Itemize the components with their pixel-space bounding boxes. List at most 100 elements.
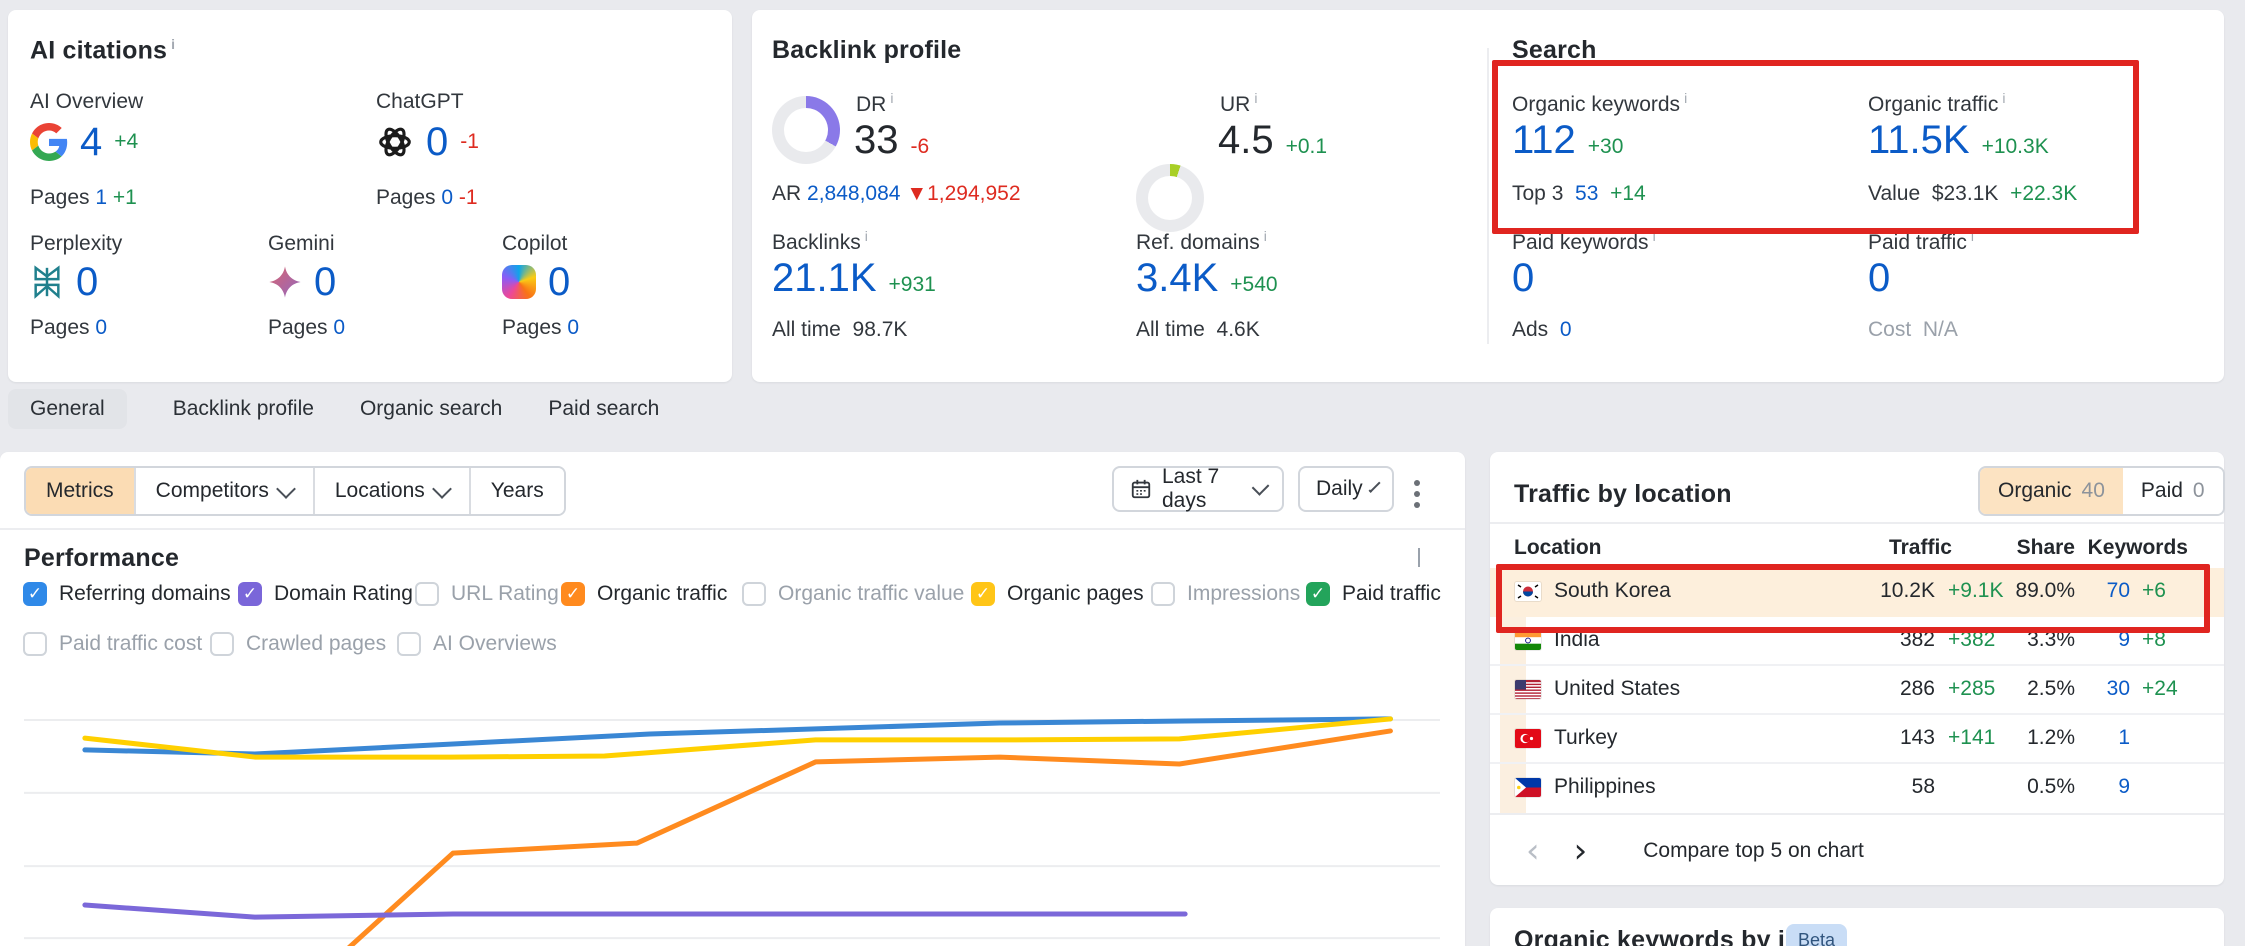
info-icon[interactable]: i [1653, 228, 1656, 244]
collapse-chevron-up-icon[interactable] [1418, 548, 1420, 566]
philippines-flag-icon [1515, 778, 1541, 797]
info-icon[interactable]: i [865, 228, 868, 244]
checkbox-unchecked-icon [1151, 582, 1175, 606]
info-icon[interactable]: i [2002, 90, 2005, 106]
organic-keywords-value[interactable]: 112 [1512, 120, 1576, 160]
metrics-button[interactable]: Metrics [26, 468, 136, 514]
checkbox-unchecked-icon [742, 582, 766, 606]
keywords-value[interactable]: 1 [2118, 726, 2130, 750]
info-icon[interactable]: i [1684, 90, 1687, 106]
paid-traffic-label: Paid traffici [1868, 228, 1974, 255]
traffic-value: 58 [1912, 775, 1935, 799]
checkbox-checked-icon [971, 582, 995, 606]
competitors-button[interactable]: Competitors [136, 468, 315, 514]
copilot-pages: Pages 0 [502, 316, 579, 340]
legend-ai-overviews[interactable]: AI Overviews [397, 632, 557, 656]
gemini-pages: Pages 0 [268, 316, 345, 340]
dr-label: DRi [856, 90, 893, 117]
organic-keywords-intent-card: Organic keywords by intent Beta [1490, 908, 2224, 946]
ur-donut-chart [1136, 164, 1204, 232]
legend-domain-rating[interactable]: Domain Rating [238, 582, 413, 606]
table-row-united-states[interactable]: United States 286 +285 2.5% 30 +24 [1490, 666, 2224, 715]
backlinks-value[interactable]: 21.1K [772, 258, 877, 298]
legend-organic-pages[interactable]: Organic pages [971, 582, 1144, 606]
keywords-value[interactable]: 70 [2107, 579, 2130, 603]
paid-keywords-value[interactable]: 0 [1512, 258, 1534, 298]
chatgpt-change: -1 [460, 130, 479, 154]
locations-button[interactable]: Locations [315, 468, 471, 514]
date-range-button[interactable]: Last 7 days [1112, 466, 1284, 512]
organic-traffic-value[interactable]: 11.5K [1868, 120, 1970, 160]
years-button[interactable]: Years [471, 468, 564, 514]
toggle-organic[interactable]: Organic40 [1980, 468, 2123, 514]
info-icon[interactable]: i [171, 36, 175, 52]
next-page-icon[interactable]: › [1574, 834, 1588, 868]
table-row-philippines[interactable]: Philippines 58 0.5% 9 [1490, 764, 2224, 813]
ai-overview-value[interactable]: 4 [80, 122, 102, 162]
tab-backlink-profile[interactable]: Backlink profile [173, 389, 314, 429]
dr-change: -6 [911, 135, 930, 159]
tab-paid-search[interactable]: Paid search [548, 389, 659, 429]
cost-row: Cost N/A [1868, 318, 1958, 342]
legend-organic-traffic-value[interactable]: Organic traffic value [742, 582, 964, 606]
tab-organic-search[interactable]: Organic search [360, 389, 502, 429]
engine-label-gemini: Gemini [268, 232, 335, 256]
chatgpt-value[interactable]: 0 [426, 122, 448, 162]
india-flag-icon [1515, 631, 1541, 650]
legend-paid-traffic-cost[interactable]: Paid traffic cost [23, 632, 202, 656]
legend-impressions[interactable]: Impressions [1151, 582, 1300, 606]
chevron-down-icon [432, 479, 452, 499]
info-icon[interactable]: i [890, 90, 893, 106]
table-row-turkey[interactable]: Turkey 143 +141 1.2% 1 [1490, 715, 2224, 764]
ai-citations-title: AI citationsi [30, 36, 175, 65]
ref-domains-label: Ref. domainsi [1136, 228, 1267, 255]
location-name: Philippines [1554, 775, 1656, 799]
info-icon[interactable]: i [1971, 228, 1974, 244]
organic-paid-toggle: Organic40 Paid0 [1978, 466, 2225, 516]
keywords-value[interactable]: 9 [2118, 775, 2130, 799]
legend-referring-domains[interactable]: Referring domains [23, 582, 231, 606]
column-header-location: Location [1514, 536, 1602, 560]
ads-row: Ads 0 [1512, 318, 1572, 342]
ref-domains-change: +540 [1230, 273, 1277, 297]
keywords-value[interactable]: 30 [2107, 677, 2130, 701]
top3-row: Top 3 53 +14 [1512, 182, 1646, 206]
keywords-value[interactable]: 9 [2118, 628, 2130, 652]
keywords-change: +6 [2142, 579, 2166, 603]
table-row-south-korea[interactable]: South Korea 10.2K +9.1K 89.0% 70 +6 [1490, 568, 2224, 617]
traffic-change: +141 [1948, 726, 1995, 750]
granularity-button[interactable]: Daily [1298, 466, 1394, 512]
backlinks-change: +931 [889, 273, 936, 297]
engine-label-chatgpt: ChatGPT [376, 90, 464, 114]
copilot-value[interactable]: 0 [548, 262, 570, 302]
legend-crawled-pages[interactable]: Crawled pages [210, 632, 386, 656]
dashboard-page: AI citationsi AI Overview 4 +4 Pages 1 +… [0, 0, 2245, 946]
legend-url-rating[interactable]: URL Rating [415, 582, 559, 606]
compare-top5-link[interactable]: Compare top 5 on chart [1643, 839, 1864, 863]
gemini-icon [268, 265, 302, 299]
legend-paid-traffic[interactable]: Paid traffic [1306, 582, 1441, 606]
gemini-value[interactable]: 0 [314, 262, 336, 302]
info-icon[interactable]: i [1264, 228, 1267, 244]
toggle-paid[interactable]: Paid0 [2123, 468, 2223, 514]
performance-line-chart[interactable] [24, 690, 1440, 946]
tab-general[interactable]: General [8, 389, 127, 429]
keywords-change: +8 [2142, 628, 2166, 652]
column-header-keywords: Keywords [2088, 536, 2188, 560]
perplexity-value[interactable]: 0 [76, 262, 98, 302]
ref-domains-value[interactable]: 3.4K [1136, 258, 1218, 298]
traffic-value: 286 [1900, 677, 1935, 701]
calendar-icon [1130, 478, 1152, 500]
chevron-down-icon [276, 479, 296, 499]
paid-traffic-value[interactable]: 0 [1868, 258, 1890, 298]
ar-value[interactable]: 2,848,084 [807, 182, 900, 205]
more-options-kebab-icon[interactable] [1408, 474, 1426, 514]
series-domain-rating [85, 905, 1185, 917]
info-icon[interactable]: i [1254, 90, 1257, 106]
legend-organic-traffic[interactable]: Organic traffic [561, 582, 727, 606]
column-header-share: Share [2017, 536, 2075, 560]
table-row-india[interactable]: India 382 +382 3.3% 9 +8 [1490, 617, 2224, 666]
engine-label-copilot: Copilot [502, 232, 567, 256]
prev-page-icon[interactable]: ‹ [1526, 834, 1540, 868]
value-row: Value $23.1K +22.3K [1868, 182, 2077, 206]
